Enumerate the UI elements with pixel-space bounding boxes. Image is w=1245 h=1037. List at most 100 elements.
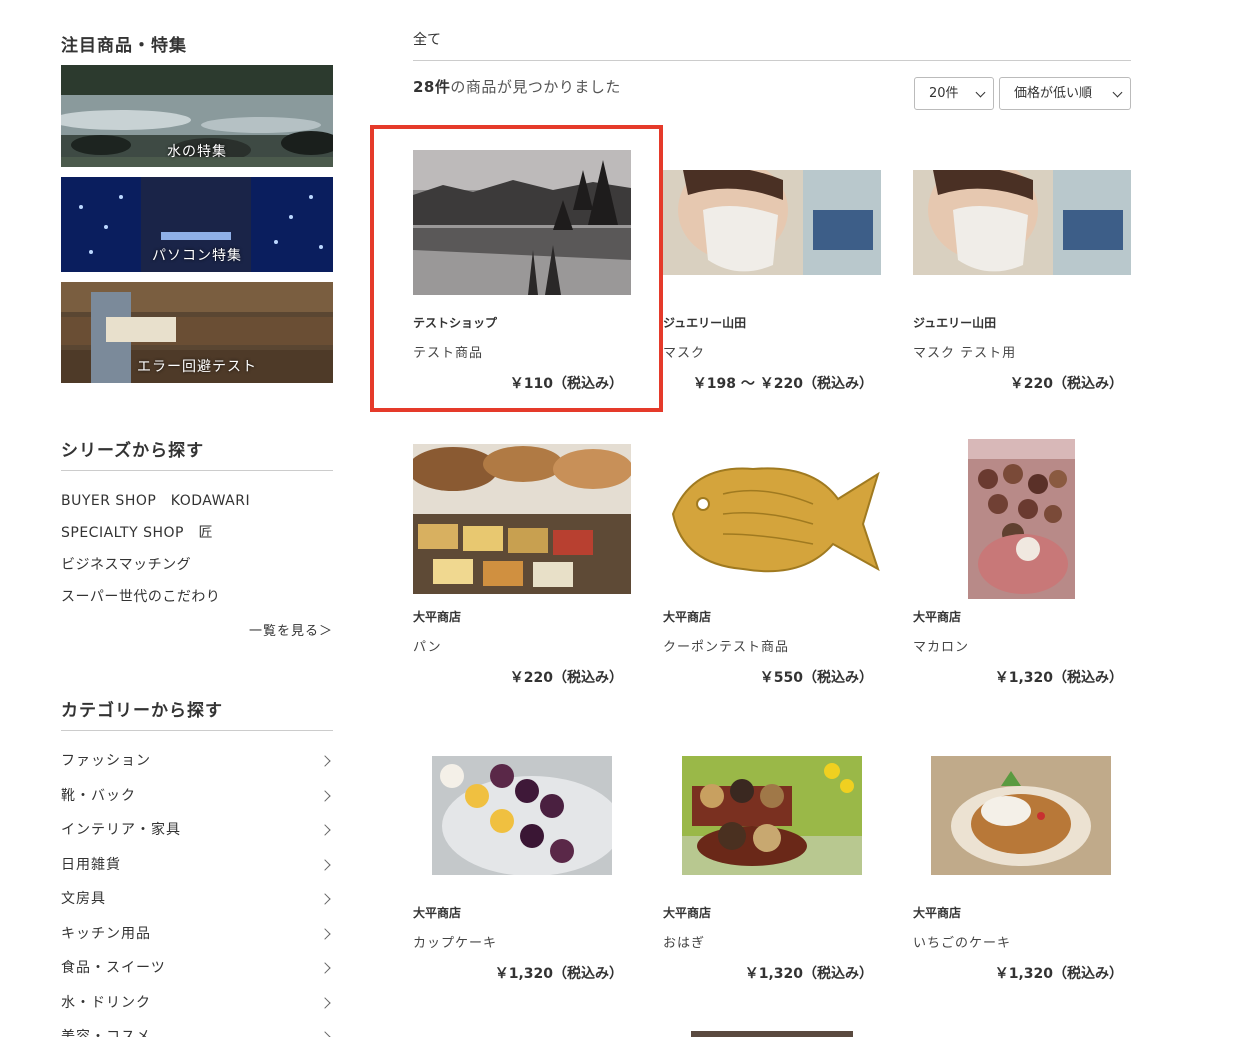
chevron-down-icon [1112,87,1123,98]
mask-model-image [913,170,1131,275]
per-page-value: 20件 [929,86,959,101]
category-item[interactable]: 食品・スイーツ [61,957,333,992]
product-image[interactable] [663,454,881,584]
category-item[interactable]: 水・ドリンク [61,992,333,1027]
shop-name: 大平商店 [913,610,962,624]
series-more-link[interactable]: 一覧を見る＞ [249,620,333,639]
chevron-right-icon [319,927,331,940]
product-card[interactable]: 大平商店 パン ￥220（税込み） [413,444,631,694]
product-card[interactable]: 大平商店 クーポンテスト商品 ￥550（税込み） [663,444,881,694]
product-card[interactable]: 大平商店 カップケーキ ￥1,320（税込み） [413,740,631,990]
product-card[interactable]: ジュエリー山田 マスク テスト用 ￥220（税込み） [913,150,1131,400]
product-name[interactable]: カップケーキ [413,932,497,951]
chevron-right-icon [319,824,331,836]
shop-name: 大平商店 [663,610,712,624]
banner-pc[interactable]: パソコン特集 [61,177,333,272]
product-card[interactable]: 大平商店 おはぎ ￥1,320（税込み） [663,740,881,990]
category-list: ファッション 靴・バック インテリア・家具 日用雑貨 文房具 キッチン用品 食品… [61,750,333,1037]
breadcrumb: 全て [413,32,441,48]
product-name[interactable]: マスク [663,342,705,361]
chevron-right-icon [319,996,331,1009]
series-item[interactable]: SPECIALTY SHOP 匠 [61,522,333,554]
banner-label: パソコン特集 [152,248,242,264]
divider [413,60,1131,61]
category-label: インテリア・家具 [61,822,181,838]
product-name[interactable]: パン [413,636,442,655]
product-image[interactable] [931,756,1111,875]
category-item[interactable]: インテリア・家具 [61,819,333,854]
category-label: ファッション [61,753,151,769]
divider [61,730,333,731]
product-image[interactable] [663,170,881,275]
product-name[interactable]: クーポンテスト商品 [663,636,789,655]
per-page-select[interactable]: 20件 [914,77,994,110]
category-label: 水・ドリンク [61,994,151,1011]
chevron-right-icon [319,858,331,871]
category-item[interactable]: ファッション [61,750,333,785]
product-image[interactable] [413,444,631,594]
product-image-partial[interactable] [691,1031,853,1037]
category-item[interactable]: 美容・コスメ [61,1026,333,1037]
chevron-right-icon [319,789,331,802]
product-image[interactable] [913,170,1131,275]
product-card[interactable]: 大平商店 マカロン ￥1,320（税込み） [913,439,1131,694]
category-item[interactable]: キッチン用品 [61,923,333,958]
product-image[interactable] [682,756,862,875]
ohagi-image [682,756,862,875]
product-card[interactable]: 大平商店 いちごのケーキ ￥1,320（税込み） [913,740,1131,990]
shop-name: 大平商店 [913,906,962,920]
series-item[interactable]: BUYER SHOP KODAWARI [61,490,333,522]
category-item[interactable]: 文房具 [61,888,333,923]
banner-error-test[interactable]: エラー回避テスト [61,282,333,383]
chevron-right-icon [319,1031,331,1037]
result-count-text: の商品が見つかりました [450,78,621,96]
category-item[interactable]: 日用雑貨 [61,854,333,889]
category-label: 靴・バック [61,787,136,804]
bread-image [413,444,631,594]
product-price: ￥198 〜 ￥220（税込み） [692,376,873,392]
banner-label: エラー回避テスト [137,359,257,375]
series-list: BUYER SHOP KODAWARI SPECIALTY SHOP 匠 ビジネ… [61,490,333,618]
product-name[interactable]: マスク テスト用 [913,342,1016,361]
sort-select[interactable]: 価格が低い順 [999,77,1131,110]
series-title: シリーズから探す [61,441,205,461]
banner-label: 水の特集 [167,144,227,160]
product-name[interactable]: おはぎ [663,932,705,951]
product-price: ￥1,320（税込み） [994,966,1123,982]
shop-name: ジュエリー山田 [913,316,997,330]
category-label: 食品・スイーツ [61,960,166,976]
featured-title: 注目商品・特集 [61,36,187,56]
category-label: 美容・コスメ [61,1029,151,1037]
product-name[interactable]: いちごのケーキ [913,932,1011,951]
divider [61,470,333,471]
shop-name: ジュエリー山田 [663,316,747,330]
category-label: 文房具 [61,891,106,907]
mask-model-image [663,170,881,275]
product-price: ￥1,320（税込み） [494,966,623,982]
product-price: ￥1,320（税込み） [744,966,873,982]
taiyaki-image [663,454,881,584]
product-price: ￥220（税込み） [1009,376,1123,392]
chevron-right-icon [319,755,331,767]
cupcake-image [432,756,612,875]
product-name[interactable]: マカロン [913,636,969,655]
product-image[interactable] [968,439,1075,599]
product-price: ￥550（税込み） [759,670,873,686]
product-image[interactable] [432,756,612,875]
shop-name: 大平商店 [413,610,462,624]
sort-value: 価格が低い順 [1014,86,1093,101]
banner-water[interactable]: 水の特集 [61,65,333,167]
series-item[interactable]: ビジネスマッチング [61,554,333,586]
result-count: 28件の商品が見つかりました [413,76,621,97]
selection-highlight [370,125,663,412]
product-card[interactable]: ジュエリー山田 マスク ￥198 〜 ￥220（税込み） [663,150,881,400]
series-item[interactable]: スーパー世代のこだわり [61,586,333,618]
shop-name: 大平商店 [413,906,462,920]
product-price: ￥220（税込み） [509,670,623,686]
strawberry-cake-image [931,756,1111,875]
category-item[interactable]: 靴・バック [61,785,333,820]
chevron-down-icon [975,87,986,98]
category-label: 日用雑貨 [61,856,121,873]
shop-name: 大平商店 [663,906,712,920]
chevron-right-icon [319,962,331,974]
